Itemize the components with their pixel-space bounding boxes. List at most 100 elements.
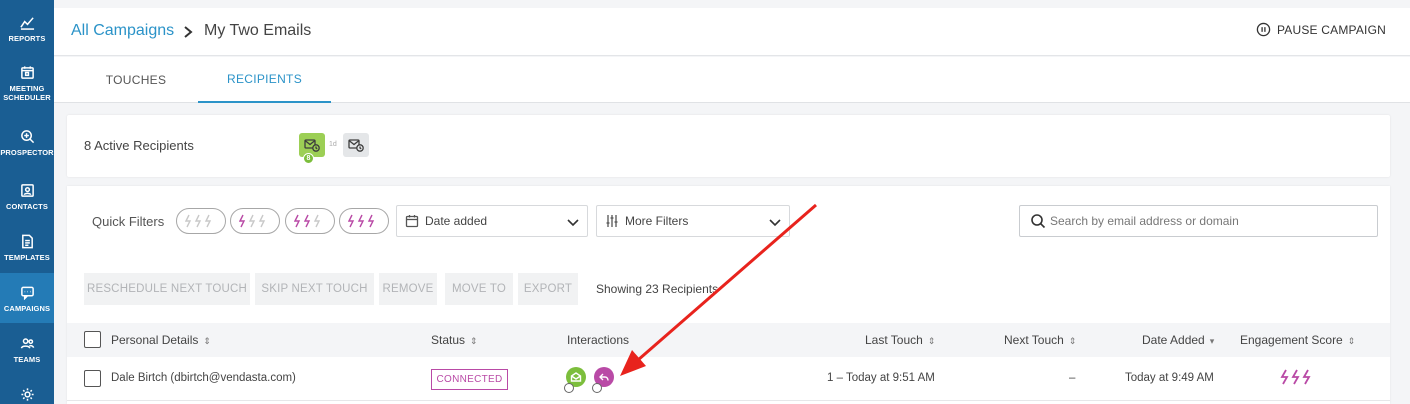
reschedule-next-touch-button[interactable]: RESCHEDULE NEXT TOUCH: [84, 273, 250, 305]
column-last-touch[interactable]: Last Touch ⇕: [865, 333, 935, 347]
column-date-added[interactable]: Date Added ▾: [1142, 333, 1214, 347]
clock-icon: [564, 383, 574, 393]
sort-icon: ⇕: [1068, 336, 1077, 346]
gear-icon: [19, 386, 35, 402]
remove-button[interactable]: REMOVE: [379, 273, 437, 305]
calendar-icon: [19, 64, 35, 80]
move-to-button[interactable]: MOVE TO: [445, 273, 513, 305]
tab-bar: TOUCHES RECIPIENTS: [54, 57, 1410, 103]
sort-desc-icon: ▾: [1209, 336, 1215, 346]
sidebar: REPORTS MEETING SCHEDULER PROSPECTOR CON…: [0, 0, 54, 404]
recipients-summary-card: 8 Active Recipients 8 1d: [67, 115, 1390, 177]
chevron-right-icon: [182, 22, 196, 40]
status-badge: CONNECTED: [431, 369, 508, 390]
sidebar-item-settings[interactable]: [0, 386, 54, 404]
clock-icon: [592, 383, 602, 393]
more-filters-label: More Filters: [625, 214, 689, 228]
top-strip: [54, 0, 1410, 8]
sidebar-item-templates[interactable]: TEMPLATES: [0, 233, 54, 265]
engagement-3-icon: [348, 214, 375, 228]
showing-recipients-count: Showing 23 Recipients: [596, 282, 719, 296]
chevron-down-icon: [567, 216, 579, 227]
pause-campaign-button[interactable]: PAUSE CAMPAIGN: [1256, 22, 1386, 37]
page-title: My Two Emails: [204, 22, 312, 39]
table-header: Personal Details ⇕ Status ⇕ Interactions L…: [67, 323, 1390, 357]
sidebar-item-label: PROSPECTOR: [0, 148, 54, 157]
pause-icon: [1256, 22, 1271, 37]
search-icon: [1031, 214, 1046, 229]
app-root: REPORTS MEETING SCHEDULER PROSPECTOR CON…: [0, 0, 1410, 404]
sliders-icon: [605, 214, 619, 228]
email-clock-icon: [304, 139, 320, 152]
column-interactions: Interactions: [567, 333, 630, 347]
sidebar-item-label: CAMPAIGNS: [3, 304, 51, 313]
active-recipients-count: 8 Active Recipients: [84, 138, 194, 153]
sidebar-item-campaigns[interactable]: CAMPAIGNS: [0, 273, 54, 323]
select-all-checkbox[interactable]: [84, 331, 101, 348]
column-next-touch[interactable]: Next Touch ⇕: [1004, 333, 1076, 347]
engagement-0-icon: [185, 214, 212, 228]
touch-delay: 1d: [329, 141, 337, 148]
table-row[interactable]: Dale Birtch (dbirtch@vendasta.com) CONNE…: [67, 357, 1390, 401]
column-personal-details[interactable]: Personal Details ⇕: [111, 333, 211, 347]
page-header: All Campaigns My Two Emails PAUSE CAMPAI…: [54, 8, 1410, 56]
column-status[interactable]: Status ⇕: [431, 333, 478, 347]
skip-next-touch-button[interactable]: SKIP NEXT TOUCH: [255, 273, 374, 305]
touch-2-email[interactable]: [343, 133, 369, 157]
sidebar-item-prospector[interactable]: PROSPECTOR: [0, 128, 54, 160]
sidebar-item-label: TEMPLATES: [4, 253, 50, 262]
sort-icon: ⇕: [203, 336, 211, 346]
sort-icon: ⇕: [927, 336, 936, 346]
sidebar-item-label: MEETING SCHEDULER: [3, 84, 51, 102]
engagement-2-icon: [294, 214, 321, 228]
search-input[interactable]: [1050, 214, 1350, 228]
breadcrumb-all-campaigns[interactable]: All Campaigns: [71, 22, 174, 40]
chevron-down-icon: [769, 216, 781, 227]
column-label: Next Touch: [1004, 333, 1064, 347]
sidebar-item-meeting-scheduler[interactable]: MEETING SCHEDULER: [0, 64, 54, 112]
calendar-icon: [405, 214, 419, 228]
email-open-icon: [570, 372, 582, 382]
date-added-dropdown[interactable]: Date added: [396, 205, 588, 237]
recipient-name[interactable]: Dale Birtch (dbirtch@vendasta.com): [111, 372, 296, 384]
quick-filter-none[interactable]: [176, 208, 226, 234]
search-box: [1019, 205, 1378, 237]
sidebar-item-contacts[interactable]: CONTACTS: [0, 182, 54, 214]
templates-icon: [19, 233, 35, 249]
quick-filter-medium[interactable]: [285, 208, 335, 234]
reports-icon: [19, 14, 35, 30]
sidebar-item-teams[interactable]: TEAMS: [0, 335, 54, 367]
row-checkbox[interactable]: [84, 370, 101, 387]
column-engagement-score[interactable]: Engagement Score ⇕: [1240, 333, 1355, 347]
export-button[interactable]: EXPORT: [518, 273, 578, 305]
engagement-1-icon: [239, 214, 266, 228]
email-clock-icon: [348, 139, 364, 152]
column-label: Last Touch: [865, 333, 923, 347]
prospector-icon: [19, 128, 35, 144]
quick-filter-low[interactable]: [230, 208, 280, 234]
column-label: Engagement Score: [1240, 333, 1343, 347]
last-touch-value: 1 – Today at 9:51 AM: [827, 372, 935, 384]
teams-icon: [19, 335, 35, 351]
sidebar-item-label: CONTACTS: [6, 202, 48, 211]
sort-icon: ⇕: [1347, 336, 1356, 346]
recipients-table-card: Quick Filters Date added More Filters RE…: [67, 186, 1390, 404]
tab-touches[interactable]: TOUCHES: [81, 57, 191, 103]
quick-filter-high[interactable]: [339, 208, 389, 234]
sidebar-item-label: TEAMS: [13, 355, 41, 364]
date-added-value: Today at 9:49 AM: [1125, 372, 1214, 384]
more-filters-dropdown[interactable]: More Filters: [596, 205, 790, 237]
tab-recipients[interactable]: RECIPIENTS: [198, 57, 331, 103]
campaigns-icon: [19, 284, 35, 300]
column-label: Date Added: [1142, 333, 1205, 347]
sort-icon: ⇕: [470, 336, 478, 346]
engagement-score-icon: [1280, 369, 1316, 390]
column-label: Personal Details: [111, 333, 199, 347]
sidebar-item-reports[interactable]: REPORTS: [0, 14, 54, 54]
touch-1-count-badge: 8: [303, 153, 314, 164]
column-label: Status: [431, 333, 466, 347]
contacts-icon: [19, 182, 35, 198]
sidebar-item-label: REPORTS: [8, 34, 46, 43]
next-touch-value: –: [1069, 372, 1076, 384]
date-added-label: Date added: [425, 214, 488, 228]
